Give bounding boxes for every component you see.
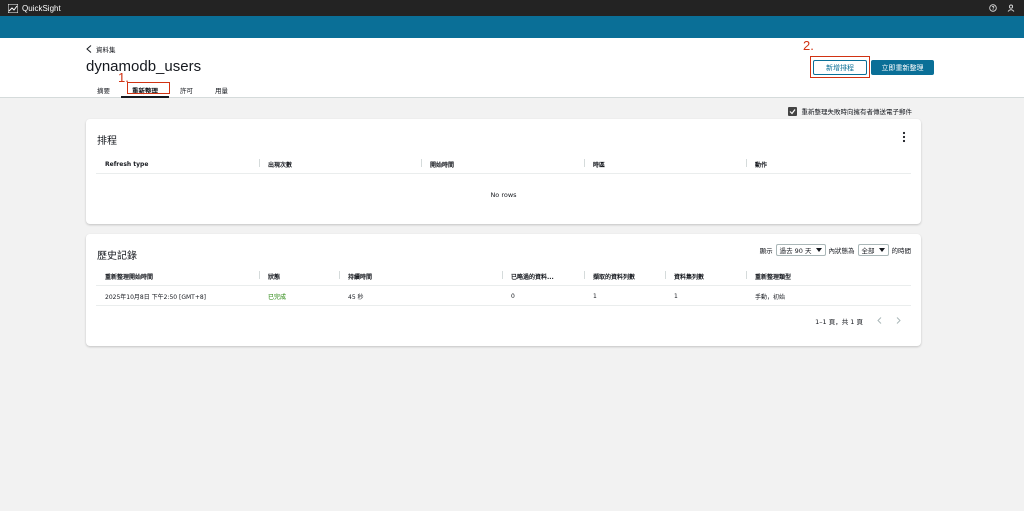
status-select[interactable]: 全部 xyxy=(857,244,889,256)
table-cell: 45 秒 xyxy=(348,294,364,301)
table-cell: 1 xyxy=(593,293,597,300)
history-title: 歷史記錄 xyxy=(97,251,137,262)
column-header[interactable]: 持續時間 xyxy=(339,271,502,281)
pagination: 1–1 頁，共 1 頁 xyxy=(815,316,901,326)
chevron-left-icon xyxy=(86,45,92,53)
column-header[interactable]: 擷取的資料列數 xyxy=(584,271,665,281)
history-card: 歷史記錄 顯示 過去 90 天 內狀態為 全部 的時間 重新整理開始時間 狀態 … xyxy=(86,234,921,346)
annotation-highlight-box xyxy=(127,82,170,94)
column-header[interactable]: 已略過的資料... xyxy=(502,271,584,281)
app-name: QuickSight xyxy=(22,3,61,13)
column-header[interactable]: 時區 xyxy=(584,159,746,169)
table-cell: 1 xyxy=(674,293,678,300)
email-on-failure-label: 重新整理失敗時向擁有者傳送電子郵件 xyxy=(801,108,913,116)
schedule-table-header: Refresh type 出現次數 開始時間 時區 動作 xyxy=(96,156,911,174)
time-range-value: 過去 90 天 xyxy=(779,247,812,255)
empty-table-message: No rows xyxy=(490,191,517,199)
filter-status-label: 內狀態為 xyxy=(828,247,855,255)
next-page-button[interactable] xyxy=(896,316,901,326)
column-header[interactable]: 重新整理開始時間 xyxy=(96,272,259,281)
table-cell: 手動，初始 xyxy=(755,294,786,301)
add-schedule-button[interactable]: 新增排程 xyxy=(813,60,867,75)
pagination-text: 1–1 頁，共 1 頁 xyxy=(815,318,863,326)
prev-page-button[interactable] xyxy=(877,316,882,326)
table-row: 2025年10月8日 下午2:50 [GMT+8] 已完成 45 秒 0 1 1… xyxy=(96,288,911,306)
column-header[interactable]: 動作 xyxy=(746,159,911,169)
filter-show-label: 顯示 xyxy=(759,247,773,255)
tab-permissions[interactable]: 許可 xyxy=(169,82,204,98)
tab-bar: 摘要 重新整理 許可 用量 xyxy=(86,82,239,98)
schedule-card: 排程 Refresh type 出現次數 開始時間 時區 動作 No rows xyxy=(86,119,921,224)
breadcrumb-back[interactable]: 資料集 xyxy=(86,44,116,54)
column-header[interactable]: 狀態 xyxy=(259,271,339,281)
chevron-right-icon xyxy=(896,316,901,324)
status-cell: 已完成 xyxy=(268,294,287,301)
email-on-failure-checkbox[interactable] xyxy=(787,106,797,116)
table-cell: 0 xyxy=(511,293,515,300)
table-cell: 2025年10月8日 下午2:50 [GMT+8] xyxy=(105,294,207,301)
time-range-select[interactable]: 過去 90 天 xyxy=(775,244,826,256)
annotation-step-2: 2. xyxy=(803,38,814,53)
column-header[interactable]: 重新整理類型 xyxy=(746,271,911,281)
refresh-now-button[interactable]: 立即重新整理 xyxy=(871,60,934,75)
column-header[interactable]: 開始時間 xyxy=(421,159,584,169)
user-icon[interactable] xyxy=(1006,3,1016,13)
tab-usage[interactable]: 用量 xyxy=(204,82,239,98)
more-options-icon[interactable] xyxy=(902,131,906,143)
status-value: 全部 xyxy=(861,247,875,255)
checkmark-icon xyxy=(789,108,795,114)
breadcrumb-label: 資料集 xyxy=(96,46,116,54)
column-header[interactable]: 資料集列數 xyxy=(665,271,746,281)
chevron-left-icon xyxy=(877,316,882,324)
header-banner xyxy=(0,16,1024,38)
history-filter: 顯示 過去 90 天 內狀態為 全部 的時間 xyxy=(760,244,911,256)
schedule-title: 排程 xyxy=(97,136,117,147)
top-bar: QuickSight xyxy=(0,0,1024,16)
chevron-down-icon xyxy=(878,248,885,252)
help-icon[interactable] xyxy=(988,3,998,13)
page-title: dynamodb_users xyxy=(86,58,202,75)
history-table-header: 重新整理開始時間 狀態 持續時間 已略過的資料... 擷取的資料列數 資料集列數… xyxy=(96,268,911,286)
column-header[interactable]: 出現次數 xyxy=(259,159,421,169)
column-header[interactable]: Refresh type xyxy=(96,161,259,168)
quicksight-logo[interactable]: QuickSight xyxy=(8,3,61,13)
tab-summary[interactable]: 摘要 xyxy=(86,82,121,98)
annotation-step-1: 1. xyxy=(118,70,129,85)
quicksight-logo-icon xyxy=(8,3,18,13)
chevron-down-icon xyxy=(815,248,822,252)
filter-suffix: 的時間 xyxy=(891,247,912,255)
email-on-failure-option[interactable]: 重新整理失敗時向擁有者傳送電子郵件 xyxy=(787,106,913,116)
